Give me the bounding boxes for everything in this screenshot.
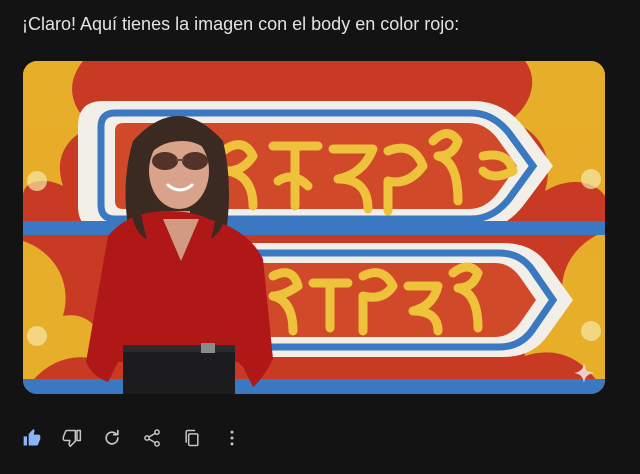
thumb-up-icon bbox=[23, 429, 41, 446]
generated-image[interactable] bbox=[23, 61, 605, 394]
share-button[interactable] bbox=[136, 422, 168, 454]
thumb-up-button[interactable] bbox=[16, 422, 48, 454]
response-text: ¡Claro! Aquí tienes la imagen con el bod… bbox=[22, 14, 460, 34]
sparkle-watermark-icon bbox=[573, 362, 595, 384]
thumb-down-button[interactable] bbox=[56, 422, 88, 454]
more-options-button[interactable] bbox=[216, 422, 248, 454]
copy-icon bbox=[185, 429, 199, 447]
copy-button[interactable] bbox=[176, 422, 208, 454]
regenerate-icon bbox=[105, 429, 119, 445]
regenerate-button[interactable] bbox=[96, 422, 128, 454]
more-vert-icon bbox=[230, 430, 234, 446]
image-illustration bbox=[23, 61, 605, 394]
share-icon bbox=[144, 429, 160, 447]
thumb-down-icon bbox=[62, 429, 82, 447]
response-actions bbox=[16, 422, 248, 454]
